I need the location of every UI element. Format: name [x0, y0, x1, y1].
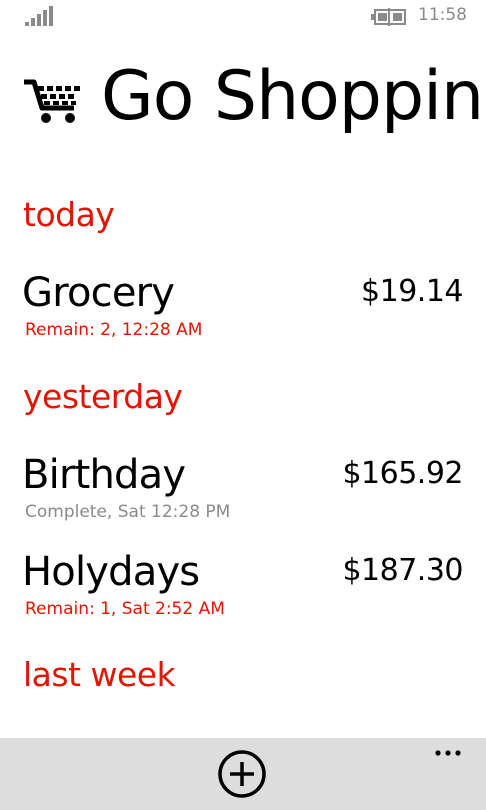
item-total: $19.14	[361, 274, 463, 309]
battery-charging-icon	[371, 8, 406, 26]
more-ellipsis-icon[interactable]	[428, 738, 472, 768]
list-item-grocery[interactable]: Grocery $19.14 Remain: 2, 12:28 AM	[0, 268, 486, 348]
group-header-yesterday[interactable]: yesterday	[23, 377, 183, 417]
signal-strength-icon	[25, 6, 53, 26]
shopping-cart-icon	[24, 79, 80, 123]
group-header-today[interactable]: today	[23, 195, 115, 235]
status-bar: 11:58	[0, 0, 486, 34]
group-header-last-week[interactable]: last week	[23, 655, 176, 695]
list-item-holydays[interactable]: Holydays $187.30 Remain: 1, Sat 2:52 AM	[0, 547, 486, 627]
app-title: Go Shopping	[101, 57, 486, 136]
list-item-birthday[interactable]: Birthday $165.92 Complete, Sat 12:28 PM	[0, 450, 486, 530]
add-circle-icon[interactable]	[217, 749, 267, 799]
item-status: Remain: 1, Sat 2:52 AM	[25, 599, 225, 619]
item-status: Complete, Sat 12:28 PM	[25, 502, 231, 522]
item-status: Remain: 2, 12:28 AM	[25, 320, 203, 340]
status-clock: 11:58	[418, 5, 467, 25]
item-name: Birthday	[22, 452, 186, 498]
item-total: $165.92	[342, 456, 463, 491]
app-bar	[0, 738, 486, 810]
page-header: Go Shopping	[0, 55, 486, 145]
item-name: Grocery	[22, 270, 175, 316]
item-total: $187.30	[342, 553, 463, 588]
item-name: Holydays	[22, 549, 200, 595]
